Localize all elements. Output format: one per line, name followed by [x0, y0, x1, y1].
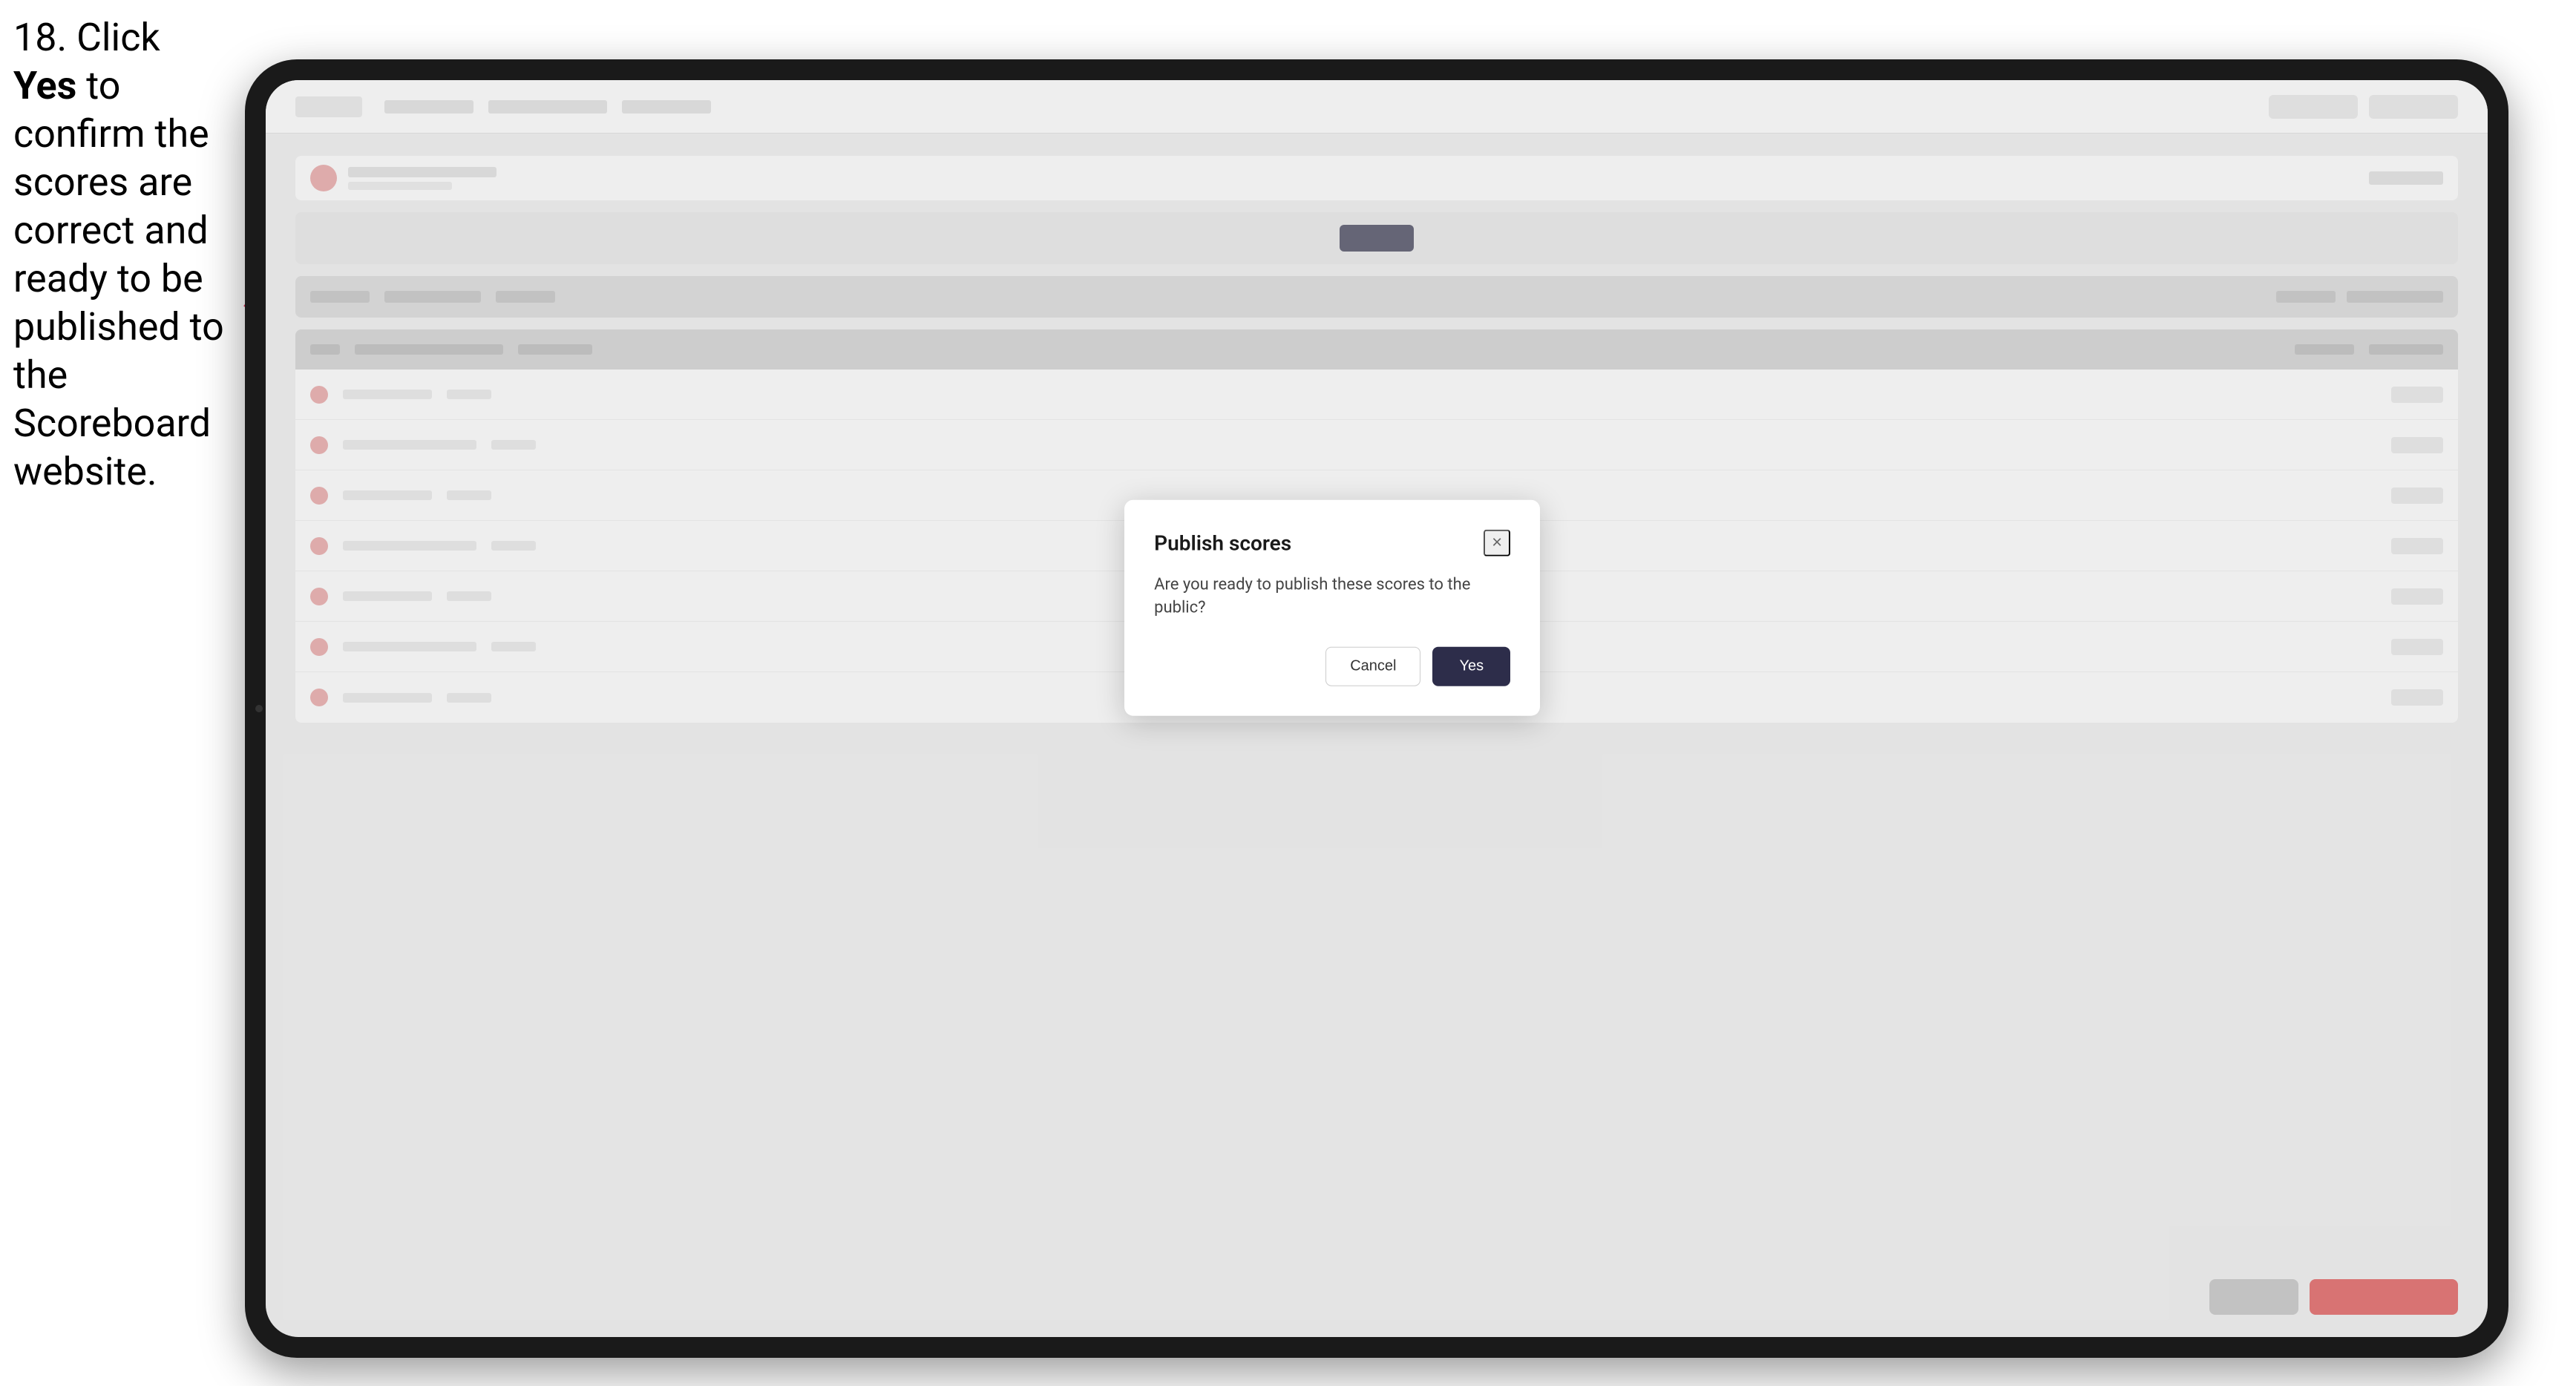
- instruction-bold: Yes: [13, 63, 76, 108]
- tablet-screen: Publish scores × Are you ready to publis…: [266, 80, 2488, 1337]
- modal-close-button[interactable]: ×: [1484, 530, 1510, 556]
- modal-header: Publish scores ×: [1154, 530, 1510, 556]
- camera-dot: [255, 705, 263, 712]
- yes-button[interactable]: Yes: [1432, 647, 1510, 686]
- publish-scores-dialog: Publish scores × Are you ready to publis…: [1124, 500, 1540, 716]
- step-number: 18.: [13, 15, 67, 60]
- modal-overlay: Publish scores × Are you ready to publis…: [266, 80, 2488, 1337]
- instruction-text: 18. Click Yes to confirm the scores are …: [13, 13, 229, 496]
- tablet-frame: Publish scores × Are you ready to publis…: [245, 59, 2508, 1358]
- cancel-button[interactable]: Cancel: [1325, 647, 1420, 686]
- modal-body-text: Are you ready to publish these scores to…: [1154, 574, 1510, 620]
- modal-footer: Cancel Yes: [1154, 647, 1510, 686]
- instruction-text-part2: to confirm the scores are correct and re…: [13, 63, 224, 494]
- modal-title: Publish scores: [1154, 531, 1291, 556]
- instruction-text-part1: Click: [67, 15, 160, 60]
